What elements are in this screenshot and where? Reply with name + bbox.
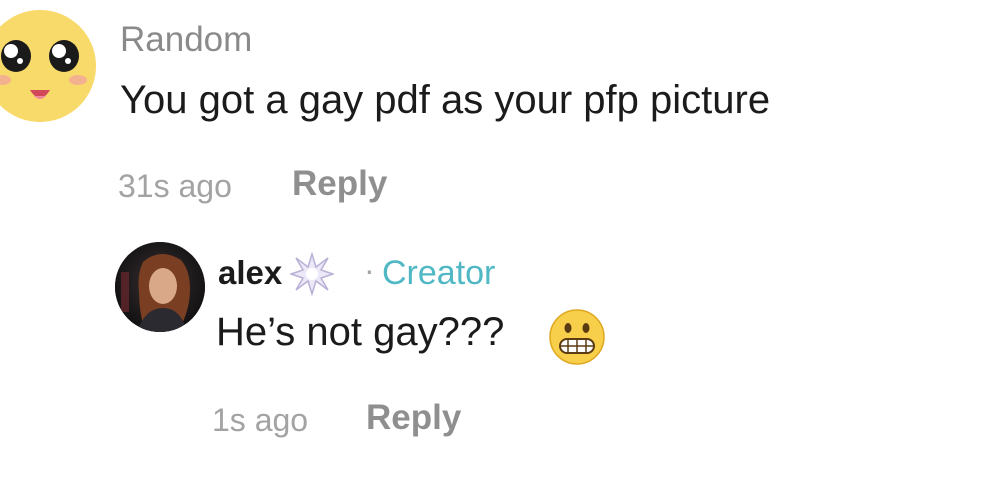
starburst-badge-icon — [288, 251, 336, 297]
reply-timestamp: 1s ago — [212, 402, 309, 438]
cute-face-icon[interactable] — [0, 10, 96, 122]
reply-button[interactable]: Reply — [366, 398, 461, 438]
grimacing-face-icon — [548, 308, 606, 366]
reply-text: He’s not gay??? — [216, 310, 505, 354]
separator-dot: · — [364, 252, 375, 288]
reply-username[interactable]: alex — [218, 254, 282, 292]
comment-item: Random You got a gay pdf as your pfp pic… — [0, 0, 995, 230]
creator-label: Creator — [382, 254, 496, 292]
reply-button[interactable]: Reply — [292, 164, 387, 204]
comment-text: You got a gay pdf as your pfp picture — [120, 78, 771, 122]
profile-avatar[interactable] — [115, 242, 205, 332]
comment-username[interactable]: Random — [120, 20, 252, 60]
comment-timestamp: 31s ago — [118, 168, 232, 204]
